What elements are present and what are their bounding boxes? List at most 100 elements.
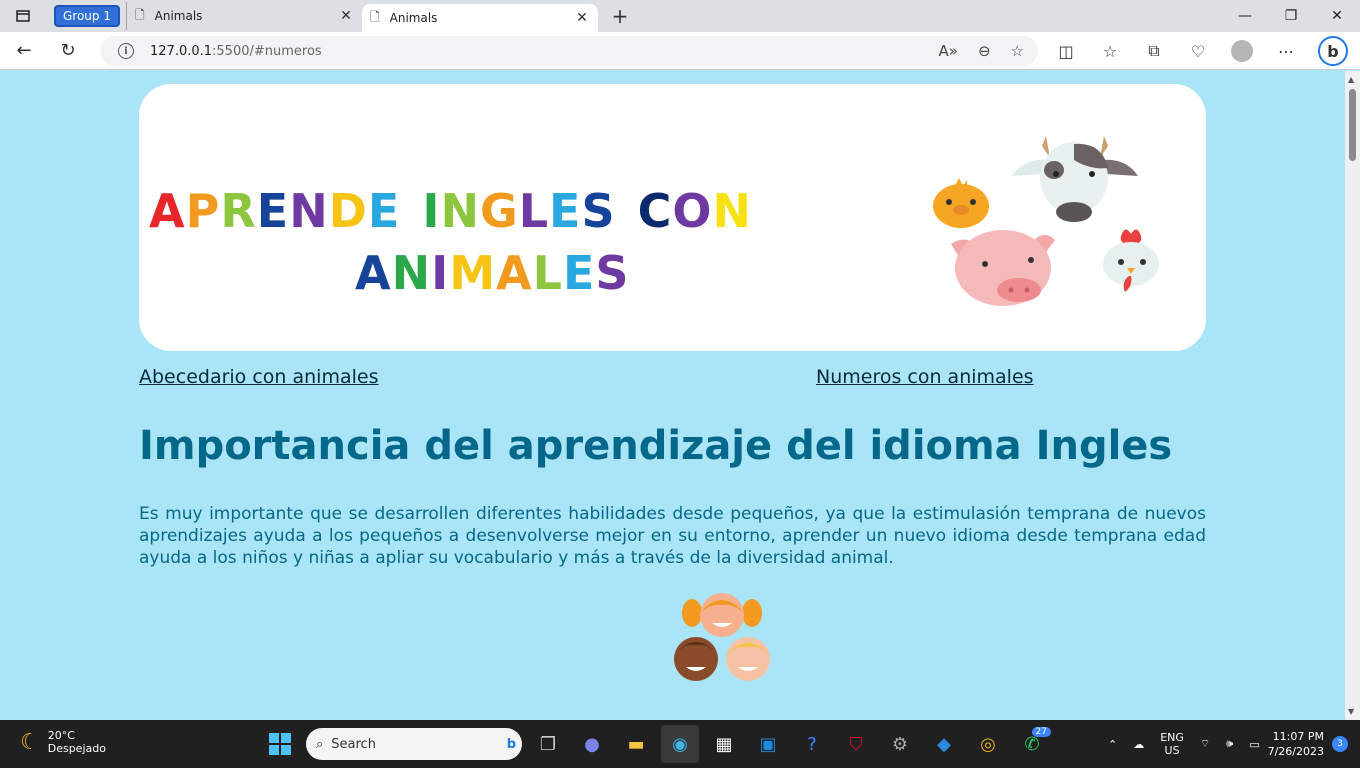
browser-essentials-icon[interactable]: ♡	[1176, 42, 1220, 61]
banner-letter: E	[256, 184, 290, 238]
volume-icon[interactable]: 🕪	[1226, 737, 1233, 751]
language-indicator[interactable]: ENG US	[1160, 731, 1184, 757]
banner-title: APRENDE INGLES CON ANIMALES	[149, 180, 949, 304]
new-tab-button[interactable]: +	[608, 4, 632, 28]
onedrive-cloud-icon[interactable]: ☁	[1133, 738, 1144, 751]
microsoft-store-icon[interactable]: ▦	[705, 725, 743, 763]
scroll-down-icon[interactable]: ▼	[1348, 707, 1354, 716]
chicken-illustration	[1103, 229, 1159, 292]
profile-avatar[interactable]	[1231, 40, 1253, 62]
teams-chat-icon[interactable]: ●	[573, 725, 611, 763]
system-tray: ⌃ ☁ ENG US ⌔ 🕪 ▭ 11:07 PM 7/26/2023 3	[1100, 720, 1360, 768]
page-icon: 🗋	[134, 7, 145, 22]
header-banner: APRENDE INGLES CON ANIMALES	[139, 84, 1206, 351]
chrome-icon[interactable]: ◎	[969, 725, 1007, 763]
bing-copilot-icon[interactable]: b	[1318, 36, 1348, 66]
tab-close-icon[interactable]: ✕	[338, 8, 354, 24]
link-abecedario[interactable]: Abecedario con animales	[139, 366, 378, 388]
banner-letter: N	[289, 184, 329, 238]
banner-letter: D	[328, 184, 368, 238]
banner-letter: I	[422, 184, 441, 238]
banner-letter: N	[440, 184, 480, 238]
windows-taskbar: ☾ 20°C Despejado ⌕ Search b ❐ ● ▬ ◉ ▦ ▣ …	[0, 720, 1360, 768]
task-view-icon[interactable]: ❐	[529, 725, 567, 763]
wifi-icon[interactable]: ⌔	[1200, 737, 1210, 751]
info-icon[interactable]: i	[118, 43, 134, 59]
tab-actions-button[interactable]	[0, 0, 46, 32]
moon-icon: ☾	[20, 729, 40, 755]
help-icon[interactable]: ?	[793, 725, 831, 763]
banner-word: CON	[638, 180, 752, 242]
banner-letter: R	[220, 184, 257, 238]
kids-illustration	[674, 593, 770, 681]
windows-logo-icon	[269, 733, 291, 755]
refresh-button[interactable]: ↻	[48, 35, 88, 67]
whatsapp-badge: 27	[1031, 727, 1051, 737]
battery-icon[interactable]: ▭	[1249, 738, 1259, 751]
tab-title: Animals	[389, 11, 438, 25]
page-viewport: APRENDE INGLES CON ANIMALES Abecedario c…	[0, 71, 1345, 720]
weather-temp: 20°C	[47, 729, 75, 742]
read-aloud-icon[interactable]: A»	[939, 42, 958, 60]
favorite-star-icon[interactable]: ☆	[1011, 42, 1024, 60]
banner-letter: E	[367, 184, 401, 238]
tab-actions-icon	[16, 10, 30, 22]
banner-letter: C	[637, 184, 673, 238]
page-scrollbar[interactable]: ▲ ▼	[1345, 71, 1360, 720]
minimize-button[interactable]: —	[1222, 0, 1268, 32]
close-window-button[interactable]: ✕	[1314, 0, 1360, 32]
taskbar-apps: ⌕ Search b ❐ ● ▬ ◉ ▦ ▣ ? ⛉ ⚙ ◆ ◎ ✆ 27	[258, 720, 1054, 768]
restore-button[interactable]: ❐	[1268, 0, 1314, 32]
banner-letter: E	[562, 246, 596, 300]
url-input[interactable]: i 127.0.0.1:5500/#numeros A» ⊖ ☆	[100, 36, 1038, 66]
cow-illustration	[1012, 136, 1138, 222]
banner-letter: M	[449, 246, 497, 300]
banner-letter: G	[479, 184, 519, 238]
vscode-icon[interactable]: ◆	[925, 725, 963, 763]
toolbar: ◫ ☆ ⧉ ♡ ⋯ b	[1044, 32, 1348, 70]
weather-condition: Despejado	[47, 742, 106, 755]
banner-letter: L	[518, 184, 550, 238]
split-screen-icon[interactable]: ◫	[1044, 42, 1088, 61]
tab-active[interactable]: 🗋 Animals ✕	[361, 4, 598, 32]
zoom-icon[interactable]: ⊖	[978, 42, 991, 60]
taskbar-search[interactable]: ⌕ Search b	[306, 728, 522, 760]
tab-close-icon[interactable]: ✕	[574, 10, 590, 26]
edge-browser-icon[interactable]: ◉	[661, 725, 699, 763]
back-button[interactable]: ←	[4, 35, 44, 67]
banner-letter: I	[431, 246, 450, 300]
file-explorer-icon[interactable]: ▬	[617, 725, 655, 763]
search-icon: ⌕	[316, 736, 324, 752]
link-numeros[interactable]: Numeros con animales	[816, 366, 1034, 388]
banner-word: INGLES	[422, 180, 615, 242]
scrollbar-thumb[interactable]	[1349, 89, 1356, 161]
mcafee-icon[interactable]: ⛉	[837, 725, 875, 763]
tab-group-chip[interactable]: Group 1	[54, 5, 120, 27]
notification-badge[interactable]: 3	[1332, 736, 1348, 752]
page-icon: 🗋	[369, 9, 380, 24]
collections-icon[interactable]: ⧉	[1132, 41, 1176, 61]
tab-title: Animals	[154, 9, 203, 23]
banner-letter: N	[391, 246, 432, 300]
window-controls: — ❐ ✕	[1222, 0, 1360, 32]
chevron-up-icon[interactable]: ⌃	[1108, 738, 1117, 751]
bing-icon: b	[506, 736, 516, 752]
banner-letter: O	[672, 184, 713, 238]
myhp-icon[interactable]: ▣	[749, 725, 787, 763]
omnibox-actions: A» ⊖ ☆	[939, 42, 1024, 60]
start-button[interactable]	[261, 725, 299, 763]
scroll-up-icon[interactable]: ▲	[1348, 75, 1354, 84]
whatsapp-icon[interactable]: ✆ 27	[1013, 725, 1051, 763]
weather-widget[interactable]: ☾ 20°C Despejado	[20, 729, 106, 755]
settings-gear-icon[interactable]: ⚙	[881, 725, 919, 763]
clock[interactable]: 11:07 PM 7/26/2023	[1268, 729, 1324, 759]
banner-letter: S	[595, 246, 630, 300]
banner-letter: E	[549, 184, 582, 238]
favorites-icon[interactable]: ☆	[1088, 42, 1132, 61]
more-menu-icon[interactable]: ⋯	[1264, 42, 1308, 61]
banner-word: ANIMALES	[355, 242, 630, 304]
intro-paragraph: Es muy importante que se desarrollen dif…	[139, 504, 1206, 568]
page-heading: Importancia del aprendizaje del idioma I…	[139, 423, 1173, 469]
tab-inactive[interactable]: 🗋 Animals ✕	[125, 2, 362, 30]
address-bar-row: ← ↻ i 127.0.0.1:5500/#numeros A» ⊖ ☆ ◫ ☆…	[0, 32, 1360, 70]
